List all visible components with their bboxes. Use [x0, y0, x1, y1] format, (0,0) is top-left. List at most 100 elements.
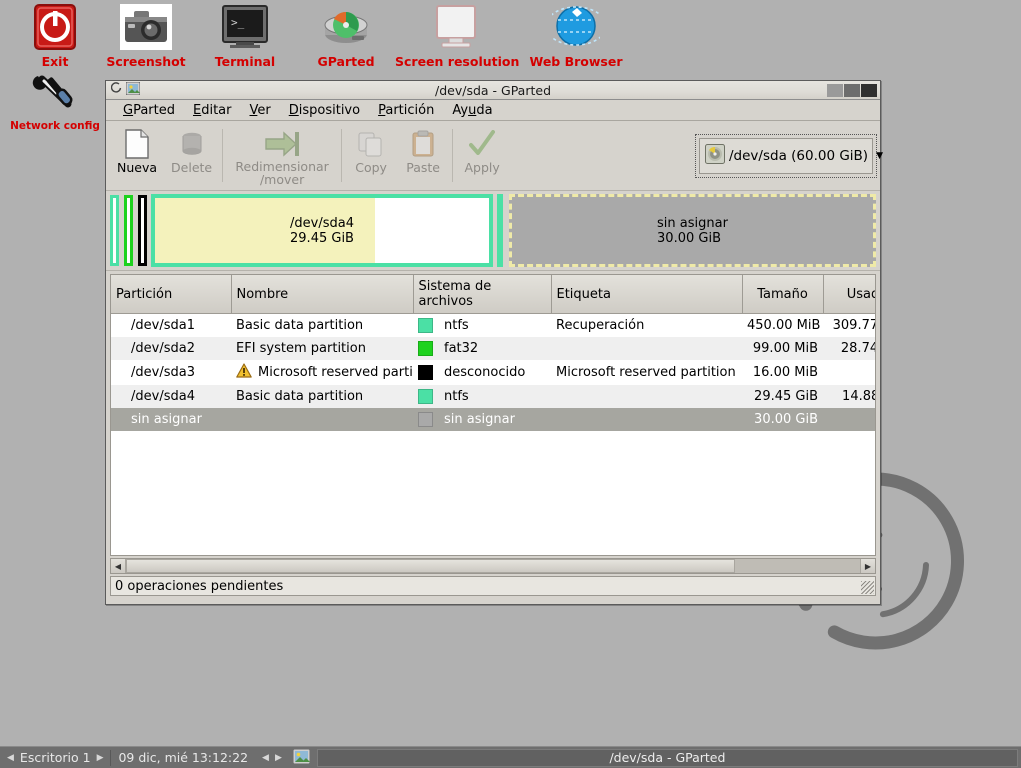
paste-button[interactable]: Paste [397, 123, 449, 188]
window-title: /dev/sda - GParted [435, 82, 551, 98]
cell-size: 99.00 MiB [742, 336, 823, 360]
desktop-icon-network-config[interactable]: Network config [0, 68, 110, 132]
graphic-partition-size: 29.45 GiB [290, 230, 354, 246]
graphic-partition-sda4[interactable]: /dev/sda4 29.45 GiB [151, 194, 493, 267]
cell-partition: sin asignar [111, 407, 231, 431]
trash-icon [179, 127, 205, 161]
column-header-tamano[interactable]: Tamaño [742, 275, 824, 314]
menu-dispositivo[interactable]: Dispositivo [280, 101, 369, 120]
window-nav[interactable]: ◀ ▶ [255, 747, 289, 768]
cell-label [551, 336, 742, 360]
workspace-prev-icon[interactable]: ◀ [7, 753, 14, 763]
menu-gparted[interactable]: GParted [114, 101, 184, 120]
cell-partition: /dev/sda4 [111, 384, 231, 408]
toolbar-label: Nueva [117, 160, 158, 175]
chevron-down-icon[interactable]: ▼ [876, 151, 883, 161]
window-prev-icon[interactable]: ◀ [262, 753, 269, 763]
taskbar-window-button[interactable]: /dev/sda - GParted [316, 748, 1018, 767]
paste-clipboard-icon [410, 127, 436, 161]
resize-move-button[interactable]: Redimensionar /mover [226, 123, 338, 188]
cell-filesystem-text: fat32 [444, 340, 479, 356]
toolbar: Nueva Delete Redimensionar /mover Copy P… [106, 121, 883, 191]
table-row[interactable]: /dev/sda3 Microsoft reserved parti desco… [111, 359, 875, 385]
disk-icon [291, 2, 401, 52]
camera-icon [91, 2, 201, 52]
cell-filesystem-text: ntfs [444, 388, 469, 404]
menu-editar[interactable]: Editar [184, 101, 241, 120]
graphic-partition-sda1[interactable] [110, 195, 119, 266]
column-header-nombre[interactable]: Nombre [231, 275, 414, 314]
horizontal-scrollbar[interactable]: ◀ ▶ [110, 558, 876, 574]
device-selector[interactable]: /dev/sda (60.00 GiB) ▼ [699, 137, 883, 174]
cell-used: 309.77 MiB [823, 313, 875, 337]
taskbar-app-icon-wrap[interactable] [289, 747, 314, 768]
maximize-button[interactable] [844, 83, 860, 97]
window-resize-grip[interactable] [861, 581, 874, 594]
window-next-icon[interactable]: ▶ [275, 753, 282, 763]
toolbar-label: Apply [464, 160, 500, 175]
desktop-icon-label: Screen resolution [395, 54, 520, 69]
filesystem-color-swatch [418, 317, 433, 333]
partition-table-container[interactable]: Partición Nombre Sistema de archivos Eti… [110, 274, 876, 556]
menu-ayuda[interactable]: Ayuda [443, 101, 501, 120]
graphic-partition-fill [113, 198, 116, 263]
delete-partition-button[interactable]: Delete [164, 123, 219, 188]
gparted-taskbar-icon[interactable] [292, 748, 311, 767]
toolbar-separator [222, 129, 224, 182]
menubar: GParted Editar Ver Dispositivo Partición… [106, 100, 880, 121]
cell-filesystem: ntfs [413, 384, 551, 408]
column-header-particion[interactable]: Partición [111, 275, 232, 314]
desktop-icon-screen-resolution[interactable]: Screen resolution [395, 2, 520, 69]
cell-filesystem: ntfs [413, 313, 551, 337]
copy-icon [357, 127, 385, 161]
cell-used: -- [823, 359, 875, 385]
cell-name [231, 407, 413, 431]
toolbar-label: Paste [406, 160, 440, 175]
table-row[interactable]: /dev/sda4 Basic data partition ntfs 29.4… [111, 384, 875, 408]
window-app-icon [125, 81, 141, 99]
workspace-switcher[interactable]: ◀ Escritorio 1 ▶ [0, 747, 110, 768]
table-row[interactable]: sin asignar sin asignar 30.00 GiB -- [111, 407, 875, 431]
copy-button[interactable]: Copy [345, 123, 397, 188]
minimize-button[interactable] [827, 83, 843, 97]
desktop-icon-gparted[interactable]: GParted [291, 2, 401, 69]
device-selector-value: /dev/sda (60.00 GiB) [729, 147, 869, 164]
partition-graphic: /dev/sda4 29.45 GiB sin asignar 30.00 Gi… [106, 191, 880, 271]
column-header-etiqueta[interactable]: Etiqueta [551, 275, 743, 314]
desktop-icon-web-browser[interactable]: Web Browser [521, 2, 631, 69]
graphic-partition-sda3[interactable] [138, 195, 147, 266]
table-row[interactable]: /dev/sda1 Basic data partition ntfs Recu… [111, 313, 875, 337]
cell-label [551, 384, 742, 408]
graphic-partition-unallocated[interactable]: sin asignar 30.00 GiB [509, 194, 876, 267]
new-partition-button[interactable]: Nueva [110, 123, 164, 188]
clock[interactable]: 09 dic, mié 13:12:22 [111, 747, 255, 768]
workspace-next-icon[interactable]: ▶ [97, 753, 104, 763]
checkmark-icon [468, 127, 496, 161]
scrollbar-thumb[interactable] [126, 559, 736, 573]
cell-filesystem-text: sin asignar [444, 411, 515, 427]
filesystem-color-swatch [418, 411, 433, 427]
desktop-icon-terminal[interactable]: >_ Terminal [190, 2, 300, 69]
window-titlebar[interactable]: /dev/sda - GParted [106, 81, 880, 100]
cell-size: 16.00 MiB [742, 359, 823, 385]
column-header-sistema-de-archivos[interactable]: Sistema de archivos [413, 275, 552, 314]
graphic-partition-name: sin asignar [657, 215, 728, 231]
menu-ver[interactable]: Ver [241, 101, 280, 120]
desktop-icon-screenshot[interactable]: Screenshot [91, 2, 201, 69]
close-button[interactable] [861, 83, 877, 97]
apply-button[interactable]: Apply [456, 123, 508, 188]
cell-used: 28.74 MiB [823, 336, 875, 360]
graphic-partition-label: sin asignar 30.00 GiB [657, 216, 728, 246]
scroll-left-arrow[interactable]: ◀ [111, 559, 126, 573]
scrollbar-track[interactable] [126, 559, 860, 573]
scroll-right-arrow[interactable]: ▶ [860, 559, 875, 573]
warning-icon[interactable] [236, 362, 252, 382]
cell-name: Microsoft reserved partition [231, 359, 413, 385]
window-menu-icon[interactable] [110, 82, 123, 98]
graphic-partition-sda2[interactable] [124, 195, 133, 266]
toolbar-label-line2: /mover [259, 172, 305, 187]
menu-particion[interactable]: Partición [369, 101, 443, 120]
table-row[interactable]: /dev/sda2 EFI system partition fat32 99.… [111, 336, 875, 360]
filesystem-color-swatch [418, 340, 433, 356]
column-header-usado[interactable]: Usado [823, 275, 875, 314]
